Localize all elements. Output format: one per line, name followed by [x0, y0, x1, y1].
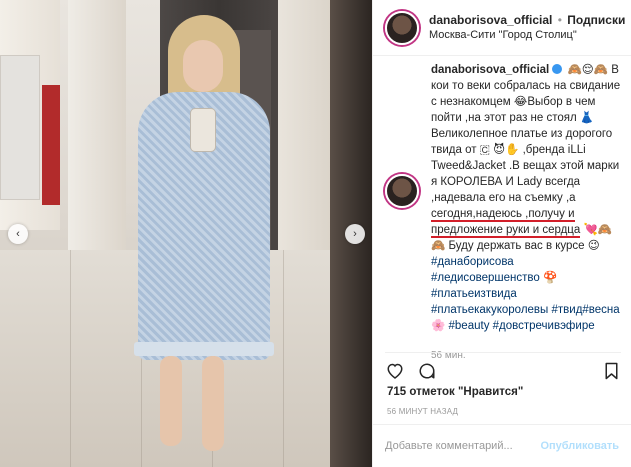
separator-dot: • — [557, 12, 562, 27]
comment-form: Опубликовать — [373, 424, 631, 467]
caption-hashtags[interactable]: #данаборисова #ледисовершенство 🍄 #плать… — [431, 256, 620, 332]
caption-text-2: Великолепное платье из дорогого твида от… — [431, 128, 620, 204]
person-face — [183, 40, 223, 92]
chevron-right-icon: › — [353, 228, 357, 240]
vending-machine — [0, 55, 40, 200]
post-header: danaborisova_official • Подписки Москва-… — [373, 0, 631, 56]
comment-icon[interactable] — [417, 361, 437, 381]
comments-area: danaborisova_official 🙈😌🙈 В кои то веки … — [385, 62, 625, 361]
dress-hem — [134, 342, 274, 356]
post-details-panel: danaborisova_official • Подписки Москва-… — [372, 0, 631, 467]
person-leg-right — [202, 356, 224, 451]
previous-photo-button[interactable]: ‹ — [8, 224, 28, 244]
action-bar — [385, 352, 621, 382]
publish-comment-button[interactable]: Опубликовать — [540, 440, 619, 452]
heart-icon[interactable] — [385, 361, 405, 381]
caption: danaborisova_official 🙈😌🙈 В кои то веки … — [385, 62, 625, 364]
comment-input[interactable] — [385, 440, 541, 452]
person-leg-left — [160, 356, 182, 446]
location-link[interactable]: Москва-Сити "Город Столиц" — [429, 28, 625, 43]
following-button[interactable]: Подписки — [567, 13, 625, 27]
caption-underlined-text: сегодня,надеюсь ,получу и предложение ру… — [431, 208, 581, 238]
vending-machine-red — [42, 85, 60, 205]
bookmark-icon[interactable] — [601, 361, 621, 381]
author-username[interactable]: danaborisova_official — [429, 13, 552, 27]
post-timestamp: 56 МИНУТ НАЗАД — [387, 407, 459, 416]
avatar[interactable] — [385, 10, 419, 45]
caption-username[interactable]: danaborisova_official — [431, 64, 549, 76]
next-photo-button[interactable]: › — [345, 224, 365, 244]
post-photo[interactable]: ‹ › — [0, 0, 372, 467]
caption-avatar[interactable] — [385, 174, 419, 208]
pillar-left — [68, 0, 126, 250]
verified-badge-icon — [552, 64, 563, 74]
likes-count[interactable]: 715 отметок "Нравится" — [387, 386, 523, 398]
smartphone — [190, 108, 216, 152]
chevron-left-icon: ‹ — [16, 228, 20, 240]
